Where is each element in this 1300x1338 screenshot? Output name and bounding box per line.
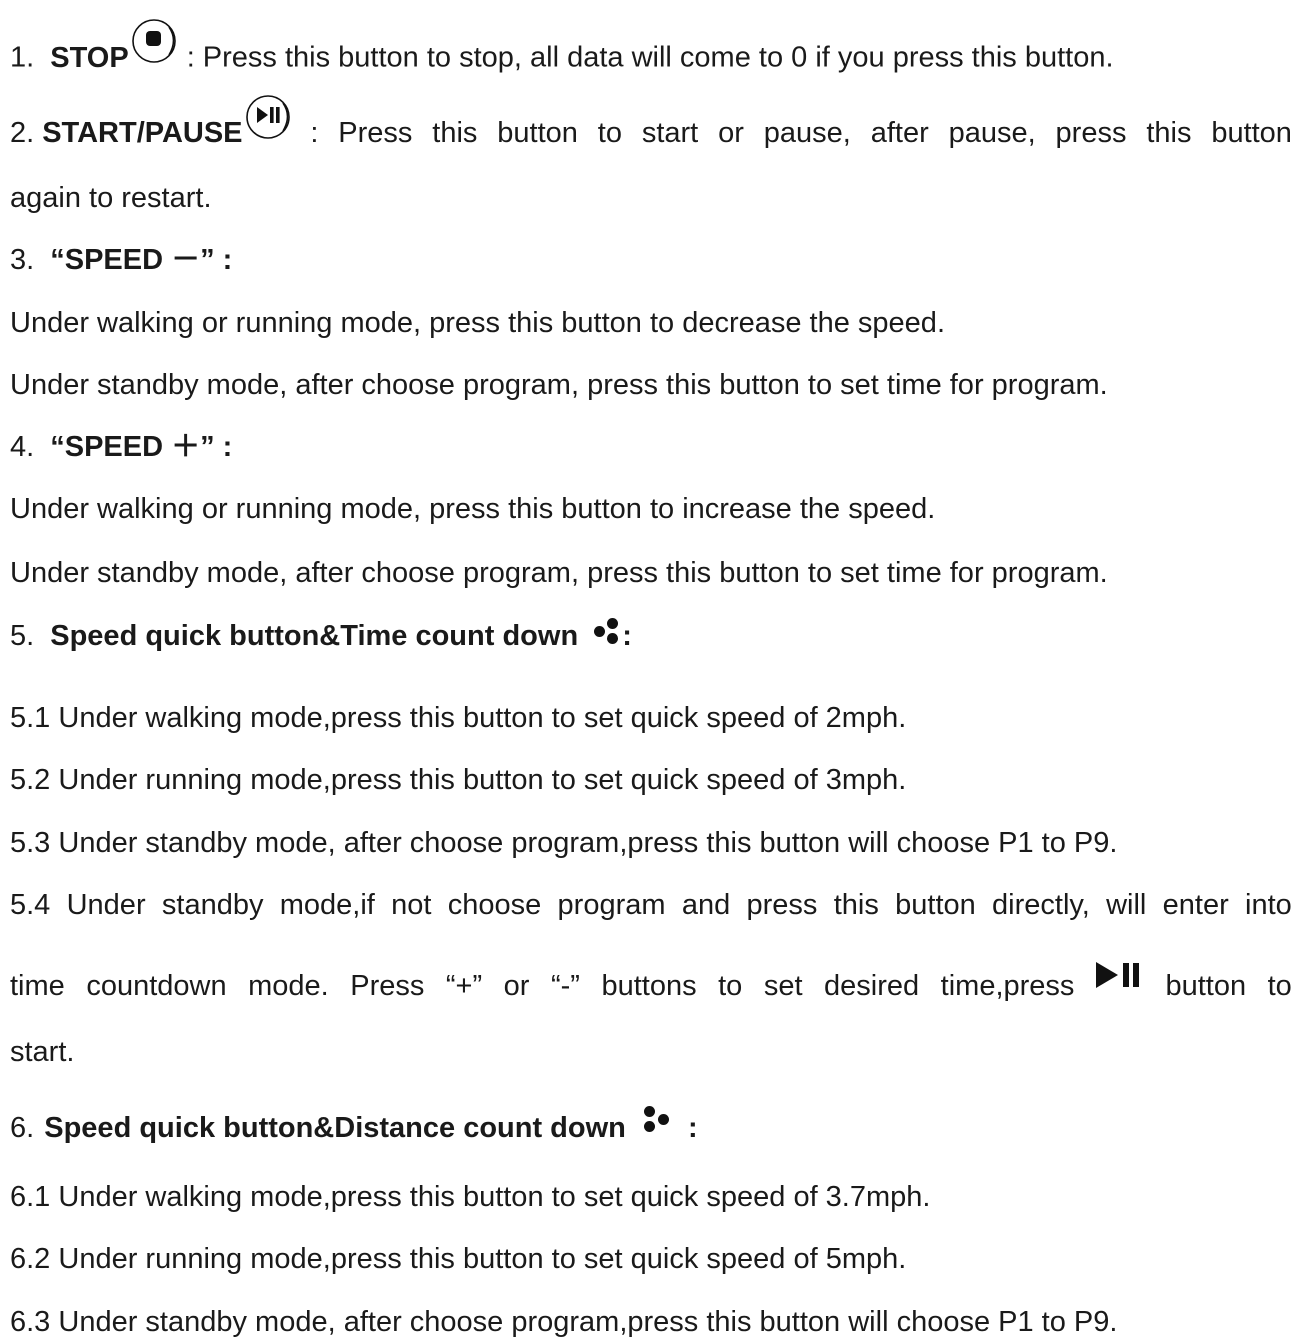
w: “+” xyxy=(445,969,483,1002)
item-line-justified: time countdown mode. Press “+” or “-” bu… xyxy=(10,962,1292,1002)
w: “-” xyxy=(550,969,580,1002)
distance-countdown-dots-icon xyxy=(642,1106,676,1136)
w: 5.4 xyxy=(10,889,51,921)
w: mode,if xyxy=(279,889,375,921)
w: mode. xyxy=(248,969,329,1002)
w: buttons xyxy=(601,969,697,1002)
stop-button-icon xyxy=(131,18,177,64)
item-stop: 1. STOP : Press this button to stop, all… xyxy=(10,19,1292,82)
w: : xyxy=(310,116,319,149)
w: to xyxy=(597,116,622,149)
item-number: 1. xyxy=(10,41,35,74)
w: this xyxy=(432,116,478,149)
item-line: 6.1 Under walking mode,press this button… xyxy=(10,1181,931,1213)
item-description: : Press this button to stop, all data wi… xyxy=(186,41,1114,74)
item-title: START/PAUSE xyxy=(42,116,243,149)
w: Press xyxy=(350,969,425,1002)
w: directly, xyxy=(992,889,1090,921)
w: enter xyxy=(1162,889,1229,921)
item-line: 6.2 Under running mode,press this button… xyxy=(10,1243,907,1275)
w: to xyxy=(1267,969,1292,1002)
w: press xyxy=(1055,116,1127,149)
w: choose xyxy=(447,889,542,921)
w: pause, xyxy=(948,116,1036,149)
w: after xyxy=(870,116,929,149)
item-line: Under standby mode, after choose program… xyxy=(10,557,1108,589)
w: button xyxy=(1211,116,1292,149)
w: and xyxy=(681,889,731,921)
w: set xyxy=(763,969,803,1002)
w: button xyxy=(1165,969,1247,1002)
item-line: Under standby mode, after choose program… xyxy=(10,369,1108,401)
item-line: 5.1 Under walking mode,press this button… xyxy=(10,702,907,734)
item-line-justified: 5.4 Under standby mode,if not choose pro… xyxy=(10,891,1292,920)
w: this xyxy=(1146,116,1192,149)
w: start xyxy=(641,116,699,149)
play-pause-icon xyxy=(1095,962,1144,994)
item-title: “SPEED ＋” : xyxy=(50,431,233,463)
item-line: start. xyxy=(10,1036,75,1068)
w: or xyxy=(503,969,530,1002)
item-lead: 2. START/PAUSE xyxy=(10,95,291,156)
item-line: 6.3 Under standby mode, after choose pro… xyxy=(10,1306,1118,1338)
item-line: Under walking or running mode, press thi… xyxy=(10,493,936,525)
item-title: “SPEED －” : xyxy=(50,244,233,276)
title-colon: : xyxy=(688,1112,698,1144)
w: standby xyxy=(161,889,264,921)
w: Press xyxy=(338,116,413,149)
item-time-countdown: 5. Speed quick button&Time count down : xyxy=(10,618,1292,652)
w: into xyxy=(1245,889,1292,921)
w: Under xyxy=(66,889,146,921)
w: countdown xyxy=(86,969,227,1002)
w: desired xyxy=(824,969,920,1002)
item-line: Under walking or running mode, press thi… xyxy=(10,307,945,339)
w: time xyxy=(10,969,65,1002)
item-number: 6. xyxy=(10,1112,35,1144)
w: will xyxy=(1106,889,1147,921)
w: or xyxy=(718,116,744,149)
item-number: 4. xyxy=(10,431,35,463)
w: time,press xyxy=(940,969,1075,1002)
item-number: 2. xyxy=(10,116,35,149)
time-countdown-dots-icon xyxy=(594,618,628,648)
w: pause, xyxy=(763,116,851,149)
item-start-pause: 2. START/PAUSE : Press this button to st… xyxy=(10,95,1292,156)
item-line: 5.2 Under running mode,press this button… xyxy=(10,764,907,796)
w: button xyxy=(497,116,578,149)
item-number: 3. xyxy=(10,244,35,276)
w: press xyxy=(746,889,818,921)
item-distance-countdown: 6. Speed quick button&Distance count dow… xyxy=(10,1106,1292,1144)
w: this xyxy=(833,889,879,921)
item-speed-plus: 4. “SPEED ＋” : xyxy=(10,433,1292,462)
w: not xyxy=(391,889,432,921)
item-speed-minus: 3. “SPEED －” : xyxy=(10,246,1292,275)
play-pause-button-icon xyxy=(245,94,291,140)
w: to xyxy=(718,969,743,1002)
item-number: 5. xyxy=(10,620,35,652)
item-title: Speed quick button&Distance count down xyxy=(44,1112,626,1144)
item-description-cont: again to restart. xyxy=(10,182,212,214)
w: button xyxy=(895,889,976,921)
item-line: 5.3 Under standby mode, after choose pro… xyxy=(10,827,1118,859)
w: program xyxy=(557,889,666,921)
item-title: STOP xyxy=(50,41,129,74)
item-title: Speed quick button&Time count down xyxy=(50,620,579,652)
